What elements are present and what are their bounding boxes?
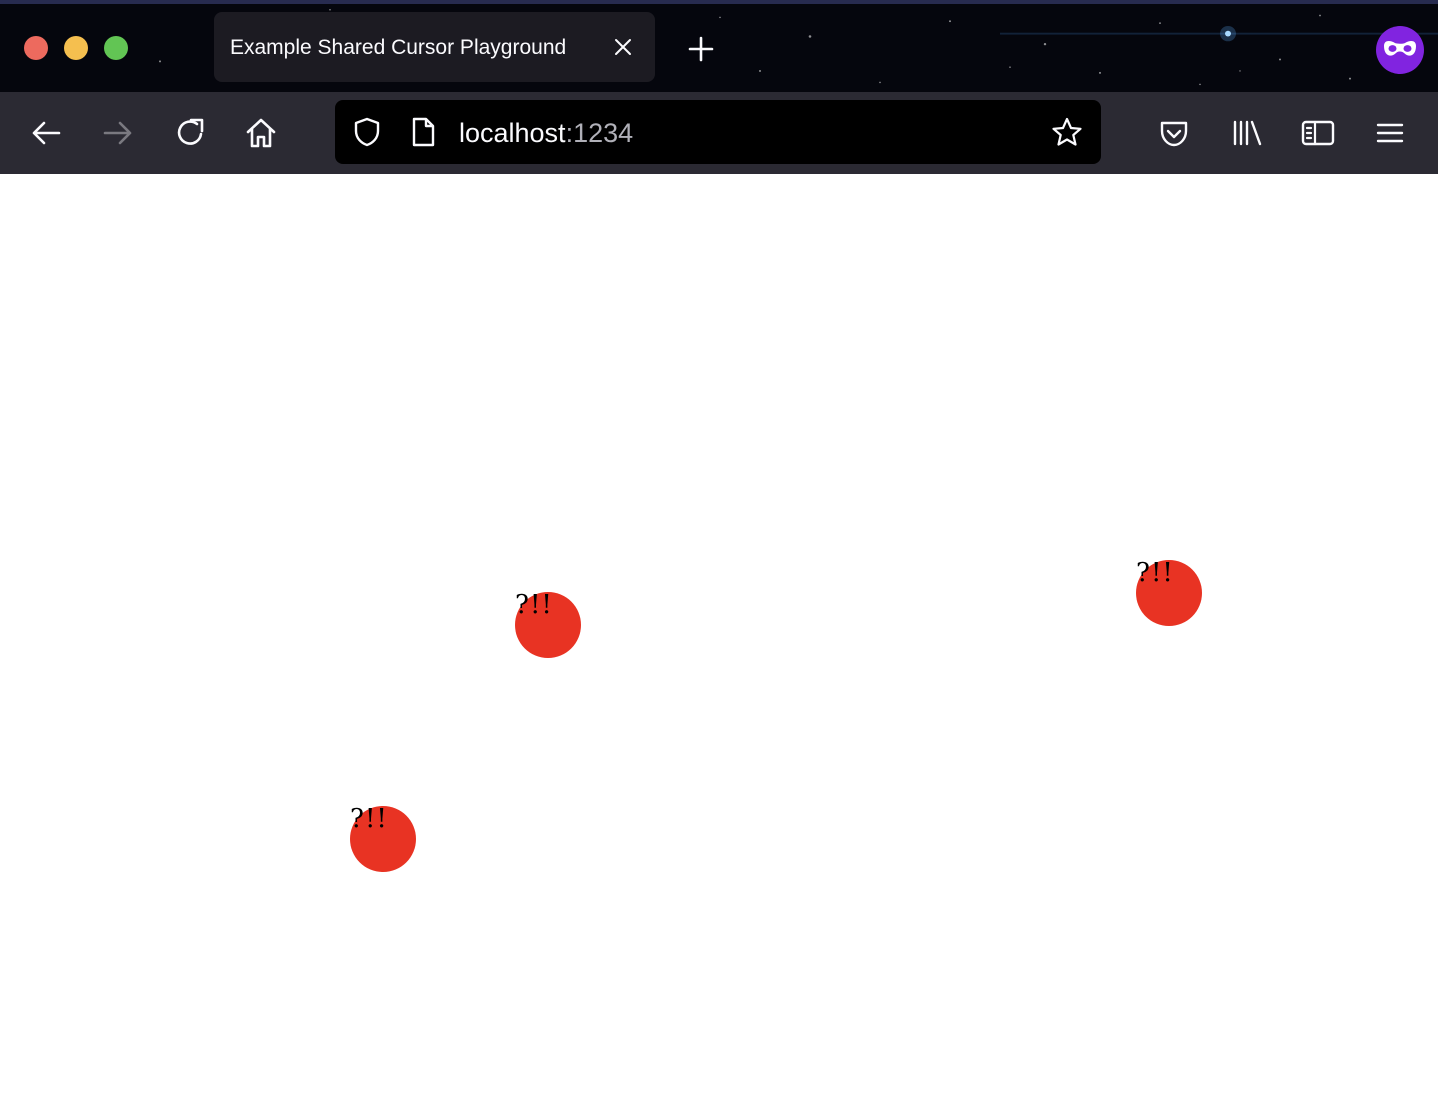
arrow-left-icon[interactable] bbox=[27, 114, 65, 152]
navigation-toolbar: localhost:1234 bbox=[0, 92, 1438, 174]
cursor-label: ?!! bbox=[350, 804, 388, 834]
url-host: localhost bbox=[459, 118, 566, 148]
tab-active[interactable]: Example Shared Cursor Playground bbox=[214, 12, 655, 82]
url-text[interactable]: localhost:1234 bbox=[459, 118, 633, 149]
cursor-label: ?!! bbox=[1136, 558, 1174, 588]
tab-title: Example Shared Cursor Playground bbox=[230, 36, 567, 59]
library-icon[interactable] bbox=[1228, 114, 1266, 152]
window-minimize-button[interactable] bbox=[64, 36, 88, 60]
private-browsing-mask-icon bbox=[1376, 26, 1424, 74]
title-bar: Example Shared Cursor Playground bbox=[0, 0, 1438, 92]
arrow-right-icon[interactable] bbox=[99, 114, 137, 152]
window-close-button[interactable] bbox=[24, 36, 48, 60]
sidebar-icon[interactable] bbox=[1299, 114, 1337, 152]
star-icon[interactable] bbox=[1051, 116, 1083, 148]
hamburger-menu-icon[interactable] bbox=[1371, 114, 1409, 152]
reload-icon[interactable] bbox=[171, 114, 209, 152]
shared-cursor: ?!! bbox=[350, 804, 416, 872]
window-maximize-button[interactable] bbox=[104, 36, 128, 60]
browser-window: Example Shared Cursor Playground localho… bbox=[0, 0, 1438, 1102]
close-icon[interactable] bbox=[612, 36, 634, 58]
pocket-icon[interactable] bbox=[1155, 114, 1193, 152]
page-icon[interactable] bbox=[407, 116, 439, 148]
page-content[interactable]: ?!! ?!! ?!! bbox=[0, 174, 1438, 1102]
plus-icon[interactable] bbox=[686, 34, 716, 64]
cursor-label: ?!! bbox=[515, 590, 553, 620]
shared-cursor: ?!! bbox=[515, 590, 581, 658]
shield-icon[interactable] bbox=[351, 116, 383, 148]
shared-cursor: ?!! bbox=[1136, 558, 1202, 626]
url-bar[interactable]: localhost:1234 bbox=[335, 100, 1101, 164]
home-icon[interactable] bbox=[242, 114, 280, 152]
url-port: :1234 bbox=[565, 118, 634, 148]
